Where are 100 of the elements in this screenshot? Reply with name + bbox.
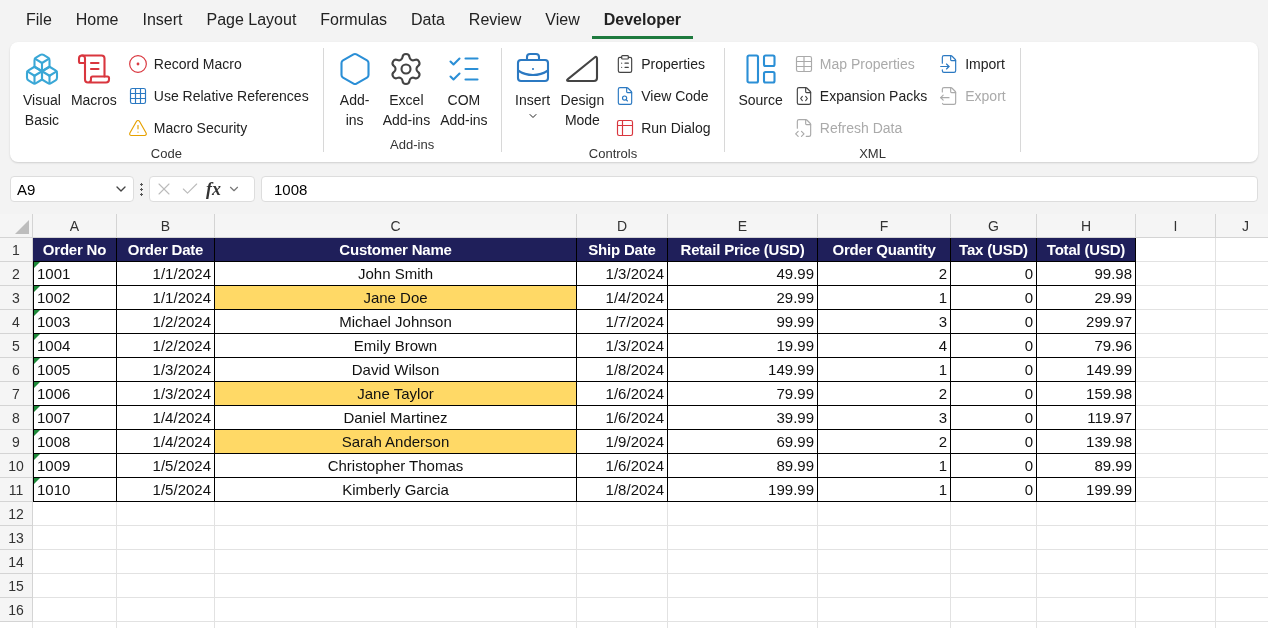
ribbon-button[interactable]: Excel Add-ins [379,48,434,135]
menu-tab[interactable]: Home [63,3,131,39]
table-cell: 159.98 [1037,382,1136,406]
table-cell: 1/9/2024 [577,430,668,454]
table-cell: 0 [951,262,1037,286]
table-cell: 39.99 [668,406,818,430]
table-cell: 149.99 [1037,358,1136,382]
row-number[interactable]: 2 [0,262,33,286]
header-cell: Order No [33,238,117,262]
header-cell: Customer Name [215,238,577,262]
cubes-icon [23,51,60,87]
column-letter[interactable]: B [117,214,215,238]
table-cell: 0 [951,286,1037,310]
row-number[interactable]: 12 [0,502,33,526]
table-cell: 2 [818,262,951,286]
table-cell: 1004 [33,334,117,358]
table-cell: 1/3/2024 [577,334,668,358]
column-letter[interactable]: I [1136,214,1216,238]
column-letter[interactable]: H [1037,214,1136,238]
ribbon-button[interactable]: Expansion Packs [789,80,932,112]
table-cell: 1/7/2024 [577,310,668,334]
table-cell: 0 [951,430,1037,454]
menu-tab[interactable]: View [533,3,592,39]
row-number[interactable]: 9 [0,430,33,454]
column-letter[interactable]: C [215,214,577,238]
row-number[interactable]: 11 [0,478,33,502]
row-number[interactable]: 10 [0,454,33,478]
table-cell: 0 [951,310,1037,334]
ribbon-button[interactable]: Properties [611,48,715,80]
header-cell: Order Date [117,238,215,262]
row-number[interactable]: 5 [0,334,33,358]
column-letter[interactable]: E [668,214,818,238]
menu-tab[interactable]: Formulas [308,3,400,39]
ribbon-button[interactable]: Run Dialog [611,112,715,144]
table-cell: 299.97 [1037,310,1136,334]
ribbon-button[interactable]: Source [735,48,786,144]
more-icon[interactable] [140,182,143,196]
row-number[interactable]: 14 [0,550,33,574]
table-cell: 99.99 [668,310,818,334]
row-number[interactable]: 6 [0,358,33,382]
row-number[interactable]: 1 [0,238,33,262]
menu-tab[interactable]: Review [456,3,534,39]
column-letter[interactable]: F [818,214,951,238]
table-icon [615,118,636,138]
table-cell: 1005 [33,358,117,382]
group-label: XML [858,145,887,161]
row-number[interactable]: 16 [0,598,33,622]
table-cell: 1/3/2024 [577,262,668,286]
ribbon-button[interactable]: Import [935,48,1010,80]
menu-tab[interactable]: File [14,3,64,39]
row-number[interactable]: 8 [0,406,33,430]
table-cell: 0 [951,358,1037,382]
table-cell: 1/3/2024 [117,382,215,406]
formula-field[interactable]: 1008 [261,176,1258,202]
table-cell: 1/4/2024 [577,286,668,310]
ribbon-button[interactable]: Record Macro [123,48,313,80]
table-cell: 1/5/2024 [117,454,215,478]
group-label: Code [149,145,183,161]
menu-tab[interactable]: Developer [591,3,694,39]
row-number[interactable]: 7 [0,382,33,406]
header-cell: Order Quantity [818,238,951,262]
menu-tab[interactable]: Page Layout [194,3,309,39]
table-cell: 1/6/2024 [577,382,668,406]
menu-tab[interactable]: Insert [130,3,195,39]
name-box[interactable]: A9 [10,176,134,202]
select-all-corner[interactable] [0,214,33,238]
ribbon-button[interactable]: Macro Security [123,112,313,144]
table-cell: 1/1/2024 [117,262,215,286]
column-letter[interactable]: A [33,214,117,238]
ribbon-button[interactable]: COM Add-ins [437,48,491,135]
table-cell: 2 [818,430,951,454]
table-cell: 79.99 [668,382,818,406]
row-number[interactable]: 15 [0,574,33,598]
grid-icon [127,86,148,106]
ribbon-button[interactable]: Add- ins [333,48,376,135]
ribbon-button[interactable]: Design Mode [557,48,608,144]
table-cell: 19.99 [668,334,818,358]
ribbon-button[interactable]: Use Relative References [123,80,313,112]
column-letter[interactable]: J [1216,214,1268,238]
ribbon-button[interactable]: Visual Basic [20,48,64,144]
table-cell: 1003 [33,310,117,334]
column-letter[interactable]: D [577,214,668,238]
menu-tab[interactable]: Data [399,3,457,39]
table-cell: 1002 [33,286,117,310]
row-number[interactable]: 4 [0,310,33,334]
row-number[interactable]: 3 [0,286,33,310]
table-cell: 1/4/2024 [117,406,215,430]
table-icon [793,54,814,74]
table-cell: Kimberly Garcia [215,478,577,502]
row-number[interactable]: 13 [0,526,33,550]
table-cell: 0 [951,334,1037,358]
ribbon-button[interactable]: View Code [611,80,715,112]
insert-function-button[interactable]: fx [206,178,221,200]
table-cell: Jane Taylor [215,382,577,406]
column-letter[interactable]: G [951,214,1037,238]
table-cell: 1/2/2024 [117,310,215,334]
file-code-icon [793,118,814,138]
ribbon-button[interactable]: Macros [67,48,120,144]
table-cell: 0 [951,406,1037,430]
ribbon-button[interactable]: Insert [511,48,554,144]
